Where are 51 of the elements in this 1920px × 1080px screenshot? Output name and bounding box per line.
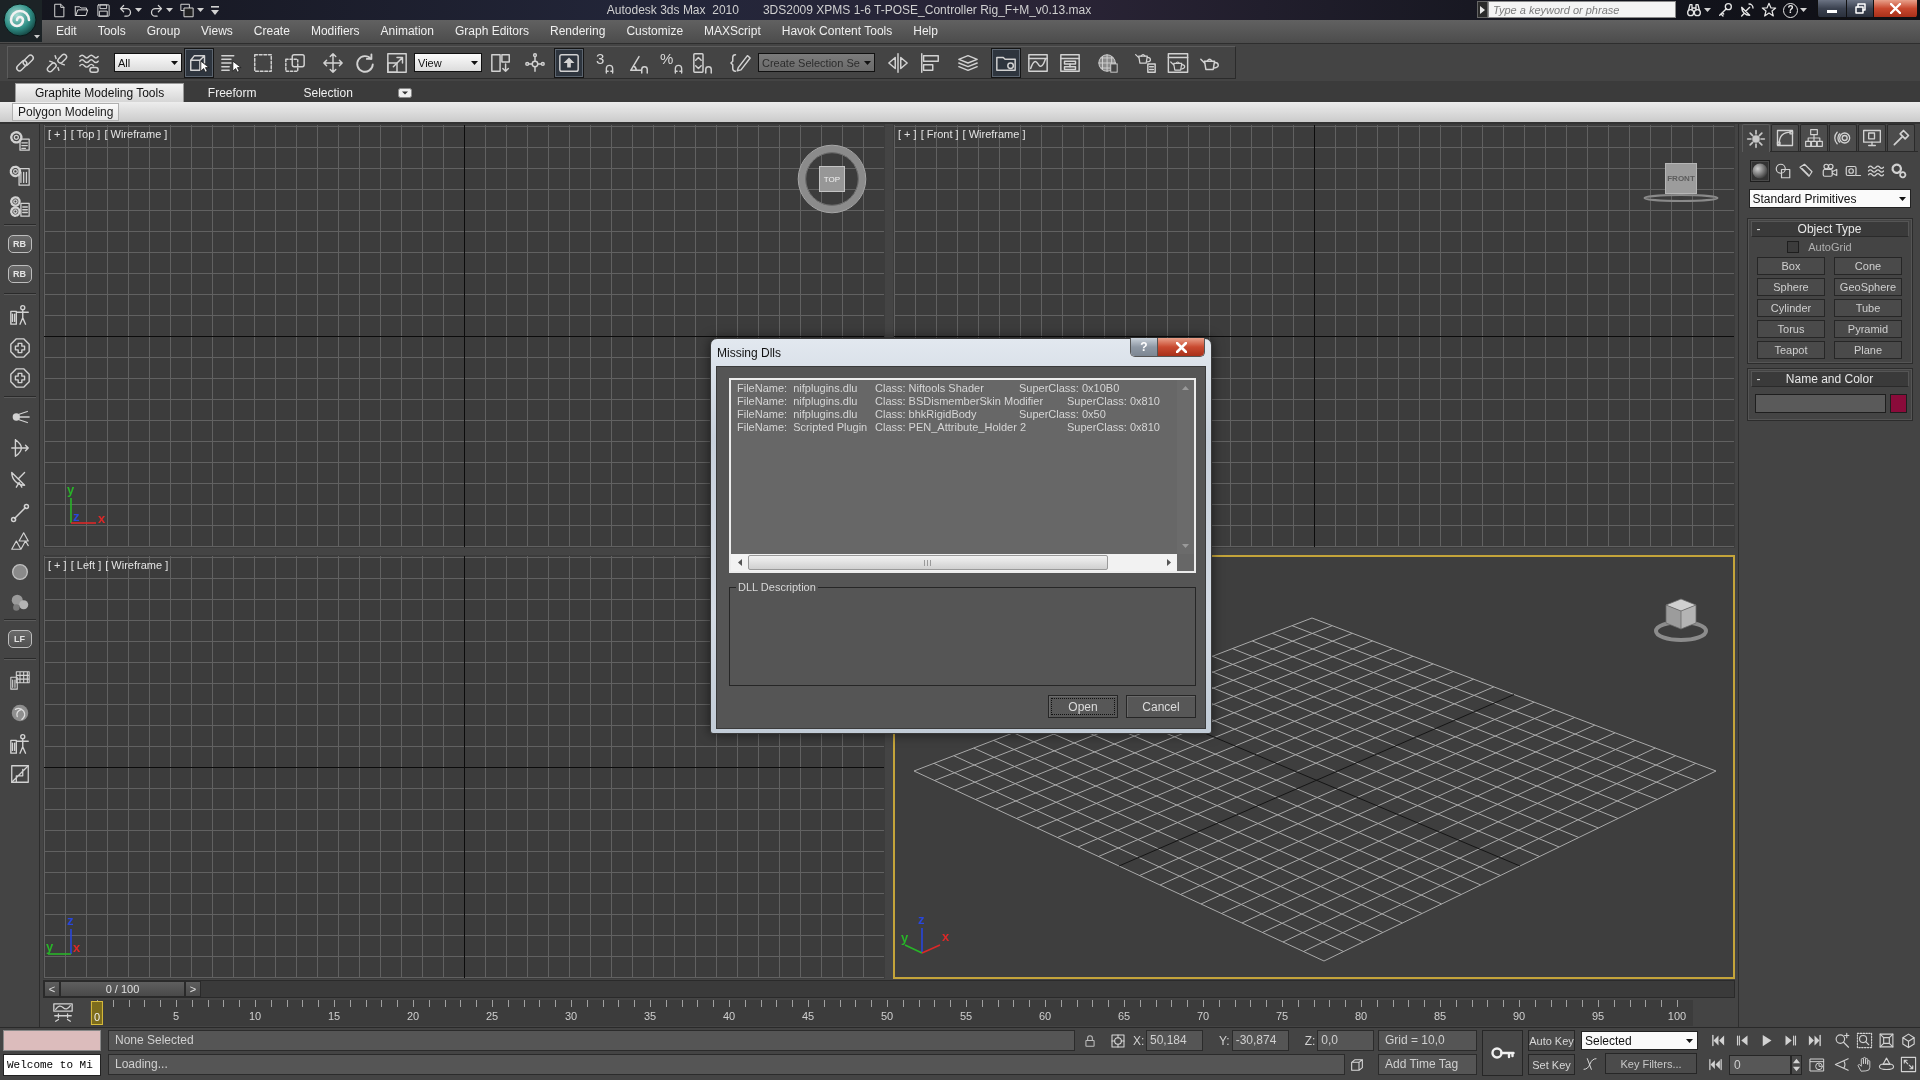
frame-label: 10 bbox=[248, 1010, 262, 1023]
dialog-title: Missing Dlls bbox=[717, 345, 781, 360]
frame-label: 5 bbox=[172, 1010, 180, 1023]
list-cell: FileName: Scripted Plugin bbox=[737, 421, 868, 433]
frame-label: 15 bbox=[327, 1010, 341, 1023]
grid-readout: Grid = 10,0 bbox=[1378, 1030, 1477, 1051]
selection-status: None Selected bbox=[108, 1030, 1075, 1051]
frame-label: 45 bbox=[801, 1010, 815, 1023]
axis-label: z bbox=[67, 915, 74, 927]
frame-label: 85 bbox=[1433, 1010, 1447, 1023]
frame-label: 30 bbox=[564, 1010, 578, 1023]
axis-label: z bbox=[918, 914, 925, 926]
frame-label: 75 bbox=[1275, 1010, 1289, 1023]
listener-output: Welcome to Mi bbox=[3, 1054, 101, 1076]
coordinate-label: Z: bbox=[1304, 1033, 1316, 1048]
frame-label: 40 bbox=[722, 1010, 736, 1023]
list-cell: FileName: nifplugins.dlu bbox=[737, 382, 858, 394]
axis-label: z bbox=[73, 511, 80, 523]
rollout-title: Name and Color bbox=[1785, 372, 1874, 386]
frame-label: 95 bbox=[1591, 1010, 1605, 1023]
list-cell: SuperClass: 0x810 bbox=[1067, 421, 1160, 433]
frame-label: 0 bbox=[90, 1001, 104, 1025]
list-cell: SuperClass: 0x50 bbox=[1019, 408, 1106, 420]
axis-label: y bbox=[46, 941, 54, 953]
frame-label: 25 bbox=[485, 1010, 499, 1023]
rollout-title: Object Type bbox=[1797, 222, 1862, 236]
frame-label: 65 bbox=[1117, 1010, 1131, 1023]
axis-label: y bbox=[901, 932, 909, 944]
frame-label: 80 bbox=[1354, 1010, 1368, 1023]
list-cell: FileName: nifplugins.dlu bbox=[737, 408, 858, 420]
frame-label: 35 bbox=[643, 1010, 657, 1023]
axis-label: x bbox=[73, 942, 81, 954]
frame-label: 50 bbox=[880, 1010, 894, 1023]
frame-label: 55 bbox=[959, 1010, 973, 1023]
frame-label: 20 bbox=[406, 1010, 420, 1023]
list-cell: FileName: nifplugins.dlu bbox=[737, 395, 858, 407]
checkbox-label: AutoGrid bbox=[1808, 241, 1852, 253]
frame-label: 100 bbox=[1667, 1010, 1687, 1023]
file-title: 3DS2009 XPMS 1-6 T-POSE_Controller Rig_F+M_v0.13.max bbox=[762, 2, 1092, 19]
frame-label: 70 bbox=[1196, 1010, 1210, 1023]
frame-label: 60 bbox=[1038, 1010, 1052, 1023]
axis-label: x bbox=[942, 931, 950, 943]
frame-label: 90 bbox=[1512, 1010, 1526, 1023]
list-cell: SuperClass: 0x10B0 bbox=[1019, 382, 1120, 394]
coordinate-label: X: bbox=[1133, 1033, 1144, 1048]
axis-label: x bbox=[98, 513, 106, 525]
list-cell: SuperClass: 0x810 bbox=[1067, 395, 1160, 407]
group-label: DLL Description bbox=[736, 581, 818, 594]
coordinate-label: Y: bbox=[1219, 1033, 1230, 1048]
app-title: Autodesk 3ds Max 2010 bbox=[606, 2, 739, 19]
axis-label: y bbox=[67, 484, 75, 496]
